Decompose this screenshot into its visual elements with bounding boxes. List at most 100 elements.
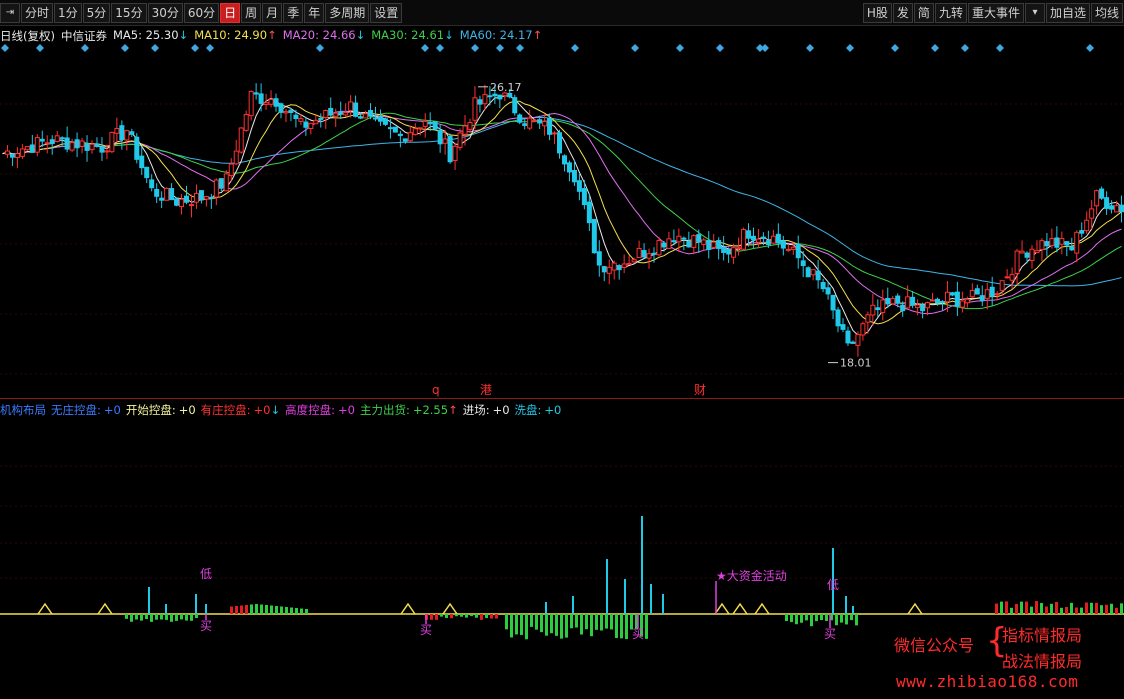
candle — [681, 236, 687, 251]
toolbar-button-fenshi[interactable]: 分时 — [21, 3, 54, 23]
spike-bar — [572, 596, 574, 614]
toolbar-button-day[interactable]: 日 — [220, 3, 241, 23]
candle — [308, 122, 314, 135]
candle — [174, 197, 180, 207]
price-chart[interactable]: 26.17 18.01 q 港 财 — [0, 44, 1124, 398]
toolbar-button-jian[interactable]: 简 — [913, 3, 934, 23]
candle — [198, 190, 204, 204]
candle — [845, 326, 851, 346]
toolbar-button-fa[interactable]: 发 — [892, 3, 913, 23]
ma-label: MA5: 25.30 — [112, 28, 179, 42]
histogram-bar — [435, 614, 438, 620]
histogram-bar — [1090, 602, 1093, 614]
toolbar-button-events[interactable]: 重大事件 — [967, 3, 1024, 23]
candle — [706, 231, 712, 259]
candle — [910, 290, 916, 309]
candle — [338, 101, 344, 120]
candle — [890, 295, 896, 305]
toolbar-button-hshare[interactable]: H股 — [862, 3, 892, 23]
arrow-down-icon: ↓ — [444, 28, 454, 42]
histogram-bar — [1070, 602, 1073, 614]
candle — [159, 191, 165, 209]
spike-bar — [662, 594, 664, 614]
candle — [925, 301, 931, 316]
spike-bar — [165, 604, 167, 614]
histogram-bar — [300, 608, 303, 614]
signal-diamond-icon — [81, 44, 89, 52]
event-marker[interactable]: q — [432, 383, 440, 397]
toolbar-button-addfav[interactable]: 加自选 — [1045, 3, 1090, 23]
candle — [412, 123, 418, 136]
triangle-signal-icon — [442, 602, 458, 615]
candle — [1119, 195, 1124, 223]
toolbar-button-year[interactable]: 年 — [304, 3, 325, 23]
candle — [522, 117, 528, 130]
histogram-bar — [125, 614, 128, 619]
indicator-value-5: 进场: +0 — [463, 402, 510, 418]
candle — [99, 137, 105, 161]
histogram-bar — [160, 614, 163, 620]
indicator-label: 高度控盘: — [285, 403, 335, 417]
histogram-bar — [480, 614, 483, 620]
toolbar-button-season[interactable]: 季 — [283, 3, 304, 23]
toolbar-button-junxian[interactable]: 均线 — [1090, 3, 1123, 23]
candle — [64, 126, 70, 153]
candle — [810, 269, 816, 281]
low-label: 低 — [200, 567, 212, 581]
pin-icon[interactable]: ⇥ — [0, 3, 20, 23]
triangle-signal-icon — [732, 602, 748, 615]
toolbar-button-m15[interactable]: 15分 — [111, 3, 147, 23]
histogram-bar — [625, 614, 628, 640]
candle — [870, 293, 876, 326]
candle — [885, 287, 891, 309]
indicator-value-2: 有庄控盘: +0↓ — [201, 402, 280, 418]
candle — [795, 235, 801, 269]
candle — [939, 300, 945, 311]
candle — [581, 180, 587, 210]
candle — [94, 137, 100, 148]
histogram-bar — [305, 609, 308, 614]
histogram-bar — [1100, 605, 1103, 614]
histogram-bar — [150, 614, 153, 622]
candle — [29, 134, 35, 153]
high-price-label: 26.17 — [490, 81, 522, 94]
triangle-signal-icon — [754, 602, 770, 615]
candle — [835, 307, 841, 333]
candle — [89, 140, 95, 154]
toolbar-button-jiuzhuan[interactable]: 九转 — [934, 3, 967, 23]
histogram-bar — [545, 614, 548, 636]
candle — [193, 184, 199, 209]
histogram-bar — [290, 607, 293, 614]
watermark-name-1: 指标情报局 — [1002, 626, 1083, 645]
toolbar-button-month[interactable]: 月 — [262, 3, 283, 23]
signal-diamond-icon — [516, 44, 524, 52]
chevron-down-icon[interactable]: ▾ — [1024, 3, 1045, 23]
histogram-bar — [260, 604, 263, 614]
histogram-bar — [805, 614, 808, 621]
signal-diamond-icon — [931, 44, 939, 52]
event-marker[interactable]: 港 — [480, 383, 492, 397]
signal-diamond-icon — [761, 44, 769, 52]
candle — [566, 160, 572, 182]
candle — [601, 265, 607, 282]
toolbar-button-multi[interactable]: 多周期 — [325, 3, 370, 23]
toolbar-button-m30[interactable]: 30分 — [147, 3, 183, 23]
candle — [407, 125, 413, 143]
candle — [1104, 191, 1110, 215]
candle — [179, 194, 185, 215]
toolbar-button-week[interactable]: 周 — [241, 3, 262, 23]
histogram-bar — [1075, 607, 1078, 614]
spike-bar — [545, 602, 547, 614]
toolbar-button-settings[interactable]: 设置 — [370, 3, 403, 23]
ma-label: MA10: 24.90 — [194, 28, 268, 42]
histogram-bar — [570, 614, 573, 629]
candle — [149, 174, 155, 192]
histogram-bar — [530, 614, 533, 627]
toolbar-button-m60[interactable]: 60分 — [183, 3, 220, 23]
event-marker[interactable]: 财 — [694, 383, 706, 397]
toolbar-button-m5[interactable]: 5分 — [82, 3, 111, 23]
ma-label: MA20: 24.66 — [282, 28, 356, 42]
candle — [959, 291, 965, 313]
candle — [24, 146, 30, 152]
toolbar-button-m1[interactable]: 1分 — [54, 3, 82, 23]
